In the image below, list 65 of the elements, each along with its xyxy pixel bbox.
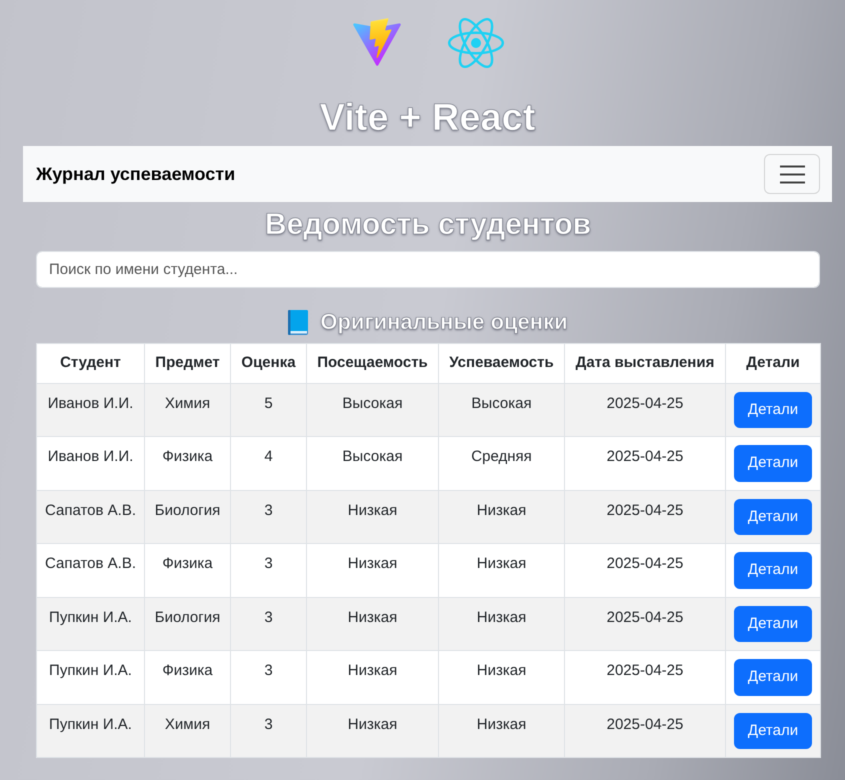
lightning-triangle-logo-icon[interactable] [352,18,402,67]
search-field[interactable]: Поиск по имени студента... [36,251,820,288]
table-cell: 3 [230,704,306,758]
column-header: Оценка [230,344,306,383]
table-cell: Низкая [438,650,564,704]
table-cell: 2025-04-25 [564,597,726,650]
table-cell: Физика [144,436,230,490]
column-header: Посещаемость [306,344,438,383]
table-cell: 3 [230,490,306,544]
table-cell: Высокая [306,383,438,436]
table-cell: 5 [230,383,306,436]
table-cell: Низкая [438,704,564,758]
table-cell: 3 [230,597,306,650]
table-cell: Физика [144,544,230,597]
table-cell: Низкая [306,597,438,650]
table-cell: 2025-04-25 [564,490,726,544]
table-cell: Пупкин И.А. [36,704,144,758]
table-cell: Низкая [438,597,564,650]
table-cell: Сапатов А.В. [36,544,144,597]
table-cell: Сапатов А.В. [36,490,144,544]
menu-button[interactable] [764,154,820,194]
details-button[interactable]: Детали [734,552,812,588]
table-cell: Биология [144,597,230,650]
table-cell: Пупкин И.А. [36,650,144,704]
section-heading: Ведомость студентов [264,207,592,243]
table-cell: Низкая [438,490,564,544]
table-cell: Низкая [306,704,438,758]
table-cell: Низкая [306,650,438,704]
page-heading: Vite + React [318,96,536,140]
table-cell: Биология [144,490,230,544]
column-header: Предмет [144,344,230,383]
details-button[interactable]: Детали [734,445,812,482]
table-cell: Низкая [438,544,564,597]
table-cell: Физика [144,650,230,704]
table-cell: Высокая [438,383,564,436]
table-cell: Химия [144,383,230,436]
details-button[interactable]: Детали [734,606,812,642]
table-cell: Низкая [306,490,438,544]
menu-icon [780,164,804,184]
column-header: Дата выставления [564,344,726,383]
table-cell: Химия [144,704,230,758]
column-header: Детали [726,344,820,383]
details-button[interactable]: Детали [734,392,812,428]
table-cell: Средняя [438,436,564,490]
table-cell: Низкая [306,544,438,597]
table-cell: Иванов И.И. [36,436,144,490]
table-cell: 2025-04-25 [564,436,726,490]
details-button[interactable]: Детали [734,712,812,749]
table-cell: 2025-04-25 [564,383,726,436]
table-cell: 2025-04-25 [564,650,726,704]
details-button[interactable]: Детали [734,498,812,535]
table-cell: 3 [230,650,306,704]
table-cell: Пупкин И.А. [36,597,144,650]
table-cell: 3 [230,544,306,597]
table-cell: Иванов И.И. [36,383,144,436]
table-heading: Оригинальные оценки [320,308,568,336]
table-cell: 4 [230,436,306,490]
table-cell: 2025-04-25 [564,544,726,597]
book-icon [288,310,308,334]
column-header: Успеваемость [438,344,564,383]
column-header: Студент [36,344,144,383]
table-cell: Высокая [306,436,438,490]
table-cell: 2025-04-25 [564,704,726,758]
details-button[interactable]: Детали [734,659,812,696]
brand-link[interactable]: Журнал успеваемости [36,160,236,188]
